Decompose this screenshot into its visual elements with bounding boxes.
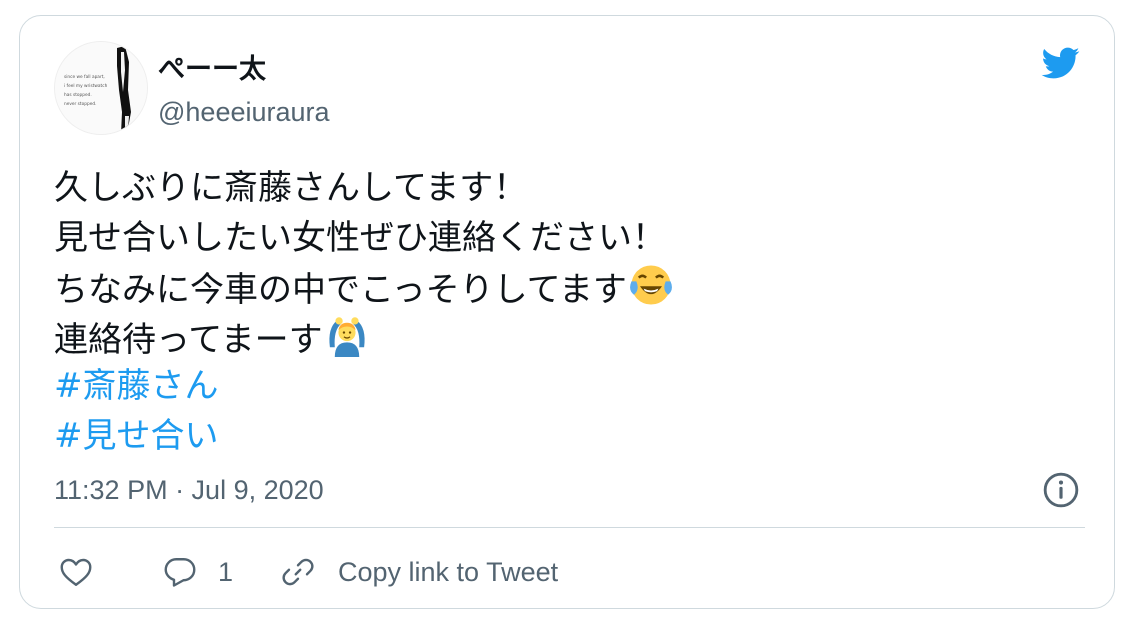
reply-button[interactable]: 1 [162, 550, 233, 594]
face-with-tears-of-joy-emoji-icon [629, 265, 672, 305]
tweet-line: 久しぶりに斎藤さんしてます！ [54, 164, 1074, 214]
hashtag-link[interactable]: #斎藤さん [54, 362, 1074, 412]
tweet-line-text: 久しぶりに斎藤さんしてます！ [54, 168, 528, 208]
heart-icon [60, 558, 92, 586]
twitter-bird-icon[interactable] [1037, 43, 1083, 83]
tweet-card[interactable]: since we fall apart, i feel my wristwatc… [19, 15, 1115, 609]
avatar-caption-line: since we fall apart, [64, 74, 105, 80]
info-icon[interactable] [1042, 471, 1080, 509]
tweet-line: 見せ合いしたい女性ぜひ連絡ください！ [54, 214, 1074, 264]
tweet-line: ちなみに今車の中でこっそりしてます [54, 263, 1074, 313]
copy-link-label: Copy link to Tweet [338, 556, 559, 587]
tweet-timestamp[interactable]: 11:32 PM · Jul 9, 2020 [54, 473, 324, 507]
avatar-caption-line: i feel my wristwatch [64, 83, 108, 89]
avatar[interactable]: since we fall apart, i feel my wristwatc… [54, 41, 148, 135]
link-icon [282, 558, 314, 586]
tweet-actions: 1 Copy link to Tweet [54, 550, 1085, 594]
person-gesturing-ok-emoji-icon [329, 316, 365, 357]
divider [54, 527, 1085, 528]
tweet-line-text: 連絡待ってまーす [54, 319, 323, 360]
like-button[interactable] [58, 550, 94, 594]
avatar-caption-line: has stopped. [64, 92, 92, 98]
copy-link-button[interactable]: Copy link to Tweet [280, 550, 558, 594]
reply-count: 1 [218, 556, 234, 587]
tweet-line-text: ちなみに今車の中でこっそりしてます [54, 270, 627, 310]
tweet-text: 久しぶりに斎藤さんしてます！ 見せ合いしたい女性ぜひ連絡ください！ ちなみに今車… [54, 164, 1074, 461]
tweet-line: 連絡待ってまーす [54, 313, 1074, 363]
avatar-caption-line: never stopped. [64, 101, 96, 107]
author-handle[interactable]: @heeeiuraura [158, 94, 330, 130]
hashtag-link[interactable]: #見せ合い [54, 412, 1074, 462]
speech-bubble-icon [164, 558, 196, 587]
author-display-name[interactable]: ぺーー太 [158, 52, 266, 88]
tweet-line-text: 見せ合いしたい女性ぜひ連絡ください！ [54, 217, 666, 258]
